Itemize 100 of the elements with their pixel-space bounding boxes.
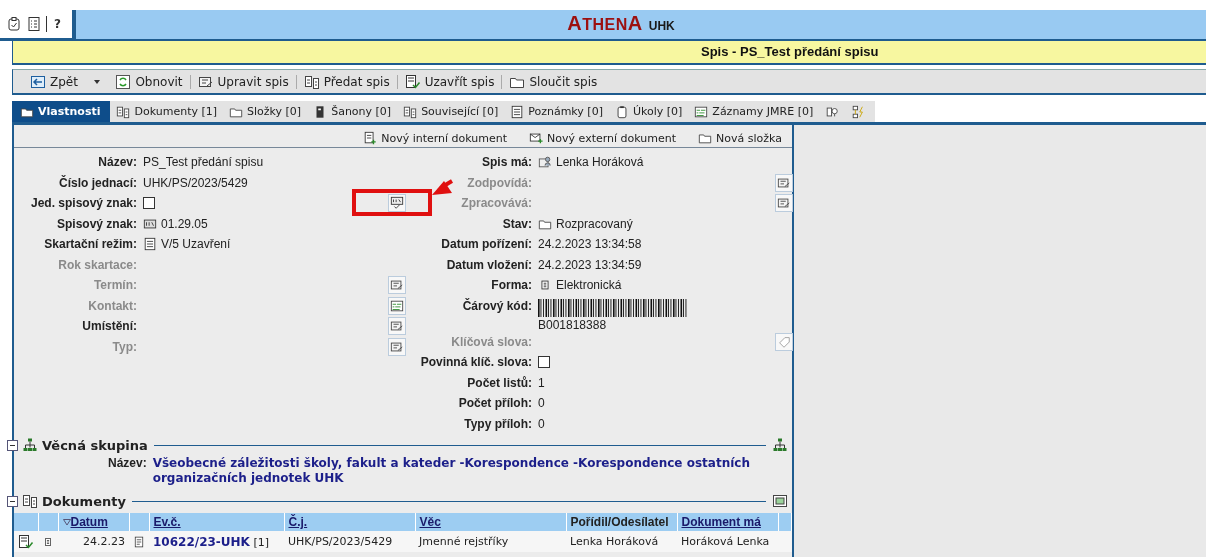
toolbar-button[interactable]: Sloučit spis <box>502 71 605 92</box>
refresh-icon <box>115 73 132 90</box>
field-label: Číslo jednací: <box>58 175 137 190</box>
field-label: Název: <box>98 155 137 169</box>
tab[interactable]: Šanony [0] <box>307 101 398 122</box>
tab[interactable]: Poznámky [0] <box>504 101 609 122</box>
edit-button[interactable] <box>775 194 793 213</box>
tag-icon <box>777 334 791 349</box>
edit-icon <box>390 278 404 293</box>
field-label: Počet příloh: <box>458 396 532 410</box>
section-title: Dokumenty <box>42 493 126 509</box>
table-cell: 24.2.23 <box>58 531 129 552</box>
related-icon <box>303 73 320 90</box>
window-title: Spis - PS_Test předání spisu <box>701 44 879 59</box>
field-label: Skartační režim: <box>44 237 137 251</box>
table-cell: Jmenné rejstříky <box>415 531 566 552</box>
contact-button[interactable] <box>388 296 406 315</box>
logo-text: ATHENA <box>567 12 643 35</box>
collapse-icon[interactable] <box>7 495 18 507</box>
column-header[interactable]: Věc <box>419 515 441 529</box>
field-label: Spis má: <box>482 155 532 169</box>
field-value: Všeobecné záležitosti školy, fakult a kateder -Korespondence -Korespondence ostatních organizačních jednotek UHK <box>152 456 751 486</box>
action-link[interactable]: Nový externí dokument <box>529 129 677 147</box>
field-label: Počet listů: <box>467 375 532 390</box>
column-header[interactable]: Č.j. <box>288 515 308 529</box>
field-label: Termín: <box>93 278 137 292</box>
checkbox[interactable] <box>143 197 155 210</box>
help-button[interactable]: ? <box>51 17 64 31</box>
related-icon <box>116 104 131 119</box>
folder-icon <box>698 131 713 145</box>
field-label: Typ: <box>112 339 137 354</box>
field-label: Forma: <box>491 278 532 292</box>
logo-suffix: UHK <box>648 19 675 35</box>
field-value: 01.29.05 <box>161 216 208 231</box>
attachment-count: [1] <box>253 535 269 549</box>
field-label: Rok skartace: <box>58 257 137 272</box>
records-icon <box>694 104 709 119</box>
field-label: Stav: <box>502 216 532 231</box>
records-icon <box>390 298 404 313</box>
field-label: Jed. spisový znak: <box>30 196 137 210</box>
checked-document-icon <box>18 533 34 550</box>
action-link[interactable]: Nový interní dokument <box>363 129 508 147</box>
field-label: Datum pořízení: <box>441 237 532 251</box>
codecheck-icon <box>390 196 404 211</box>
table-cell: Horáková Lenka <box>677 531 778 552</box>
regime-icon <box>143 237 157 252</box>
field-value: 0 <box>538 416 545 431</box>
field-label: Zpracovává: <box>461 196 532 210</box>
task-icon <box>614 104 629 119</box>
field-value: 1 <box>538 375 545 390</box>
edit-button[interactable] <box>388 276 406 295</box>
file-code-button[interactable] <box>388 194 406 213</box>
field-value: V/5 Uzavření <box>161 237 231 252</box>
tab[interactable]: Úkoly [0] <box>608 101 689 122</box>
edit-button[interactable] <box>388 337 406 356</box>
checkdoc-icon <box>404 73 421 90</box>
field-value: 0 <box>538 396 545 411</box>
clipboard-icon <box>6 16 22 32</box>
field-label: Název: <box>108 456 147 472</box>
document-icon <box>42 536 54 548</box>
newdoc-icon <box>363 131 378 145</box>
toolbar-button[interactable]: Uzavřít spis <box>397 71 502 92</box>
edit-icon <box>390 339 404 354</box>
action-link[interactable]: Nová složka <box>698 129 782 147</box>
tab[interactable]: Dokumenty [1] <box>110 101 224 122</box>
field-value: Lenka Horáková <box>556 155 644 170</box>
table-cell: UHK/PS/2023/5429 <box>284 531 415 552</box>
toolbar-button[interactable]: Obnovit <box>108 71 190 92</box>
column-header[interactable]: Ev.č. <box>153 515 181 529</box>
toolbar-button[interactable]: Upravit spis <box>190 71 296 92</box>
toolbar-button[interactable]: Předat spis <box>296 71 397 92</box>
edit-icon <box>390 319 404 334</box>
regime-icon <box>510 104 525 119</box>
hierarchy-icon <box>772 437 788 453</box>
edit-icon <box>777 175 791 190</box>
edit-button[interactable] <box>388 317 406 336</box>
tab[interactable]: Složky [0] <box>223 101 308 122</box>
person-icon <box>538 155 552 170</box>
section-title: Věcná skupina <box>42 437 148 453</box>
field-label: Povinná klíč. slova: <box>420 355 532 369</box>
toolbar-button[interactable]: Zpět <box>23 71 109 92</box>
info-icon <box>825 104 840 119</box>
field-value: Elektronická <box>556 278 622 293</box>
document-icon <box>133 536 145 548</box>
field-label: Čárový kód: <box>462 298 532 313</box>
collapse-icon[interactable] <box>7 439 18 451</box>
sort-icon[interactable] <box>62 518 71 526</box>
field-label: Klíčová slova: <box>451 334 532 349</box>
tab[interactable]: Vlastnosti <box>12 101 111 122</box>
hierarchy-icon <box>22 437 38 453</box>
annotation-arrow <box>432 179 454 195</box>
edit-button[interactable] <box>775 173 793 192</box>
tab[interactable]: Záznamy JMRE [0] <box>688 101 820 122</box>
code-icon <box>143 216 157 231</box>
field-label: Typy příloh: <box>464 416 532 431</box>
tab[interactable]: Související [0] <box>397 101 505 122</box>
table-icon <box>772 493 788 509</box>
checkbox[interactable] <box>538 356 550 369</box>
document-link[interactable]: 10622/23-UHK <box>153 534 250 549</box>
field-label: Spisový znak: <box>56 216 137 231</box>
